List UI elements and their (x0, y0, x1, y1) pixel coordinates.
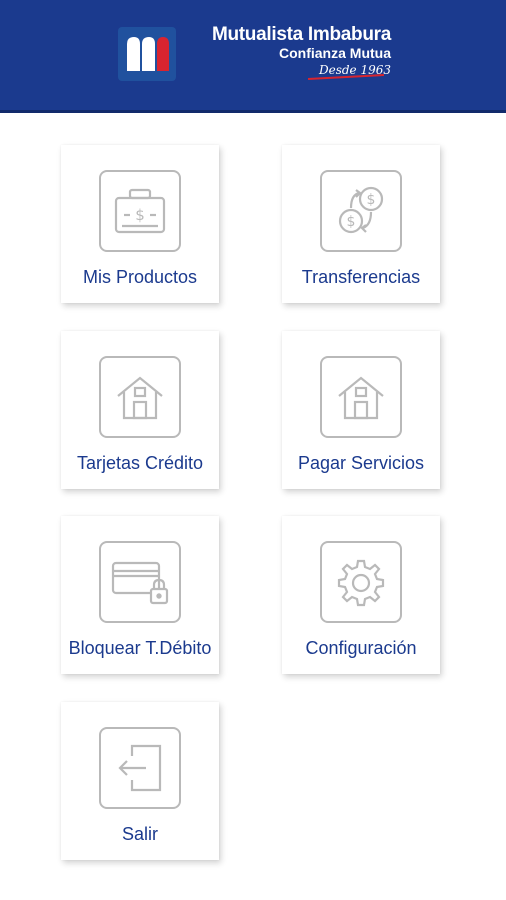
menu-label: Configuración (305, 638, 417, 658)
brand-tagline: Confianza Mutua (279, 45, 391, 61)
exit-door-icon (99, 727, 181, 809)
brand-block: Mutualista Imbabura Confianza Mutua Desd… (212, 24, 391, 78)
menu-label: Bloquear T.Débito (68, 638, 212, 658)
menu-label: Transferencias (301, 267, 421, 287)
menu-tile-tarjetas-credito[interactable]: Tarjetas Crédito (61, 331, 219, 489)
menu-label: Pagar Servicios (297, 453, 425, 473)
header-divider (0, 110, 506, 113)
brand-name: Mutualista Imbabura (211, 24, 391, 45)
logo-icon (118, 27, 176, 81)
svg-text:$: $ (347, 214, 356, 230)
locked-card-icon (99, 541, 181, 623)
menu-tile-salir[interactable]: Salir (61, 702, 219, 860)
menu-tile-mis-productos[interactable]: $ Mis Productos (61, 145, 219, 303)
svg-text:$: $ (367, 192, 376, 208)
svg-text:$: $ (135, 206, 145, 224)
house-icon (99, 356, 181, 438)
menu-tile-configuracion[interactable]: Configuración (282, 516, 440, 674)
menu-label: Mis Productos (82, 267, 198, 287)
gear-icon (320, 541, 402, 623)
money-exchange-icon: $ $ (320, 170, 402, 252)
app-header: Mutualista Imbabura Confianza Mutua Desd… (0, 0, 506, 112)
menu-tile-pagar-servicios[interactable]: Pagar Servicios (282, 331, 440, 489)
house-icon (320, 356, 402, 438)
menu-label: Salir (121, 824, 158, 844)
menu-label: Tarjetas Crédito (76, 453, 204, 473)
cash-register-icon: $ (99, 170, 181, 252)
menu-tile-transferencias[interactable]: $ $ Transferencias (282, 145, 440, 303)
menu-tile-bloquear-debito[interactable]: Bloquear T.Débito (61, 516, 219, 674)
